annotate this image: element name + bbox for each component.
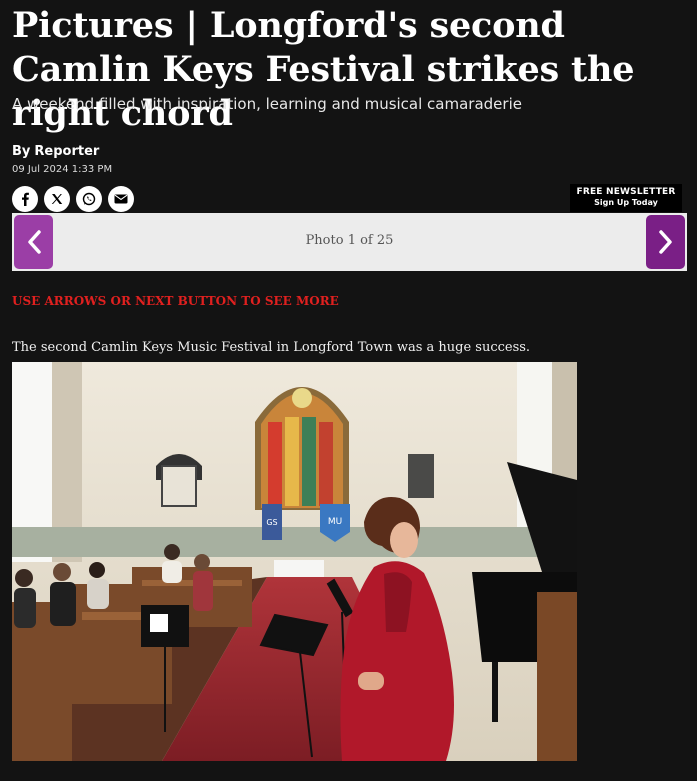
newsletter-title: FREE NEWSLETTER (576, 187, 676, 197)
article-subhead: A weekend filled with inspiration, learn… (12, 95, 522, 113)
byline: By Reporter (12, 144, 99, 159)
x-share-button[interactable] (44, 186, 70, 212)
newsletter-signup-button[interactable]: FREE NEWSLETTER Sign Up Today (570, 184, 682, 212)
publish-date: 09 Jul 2024 1:33 PM (12, 164, 113, 175)
newsletter-subtitle: Sign Up Today (594, 198, 658, 207)
banner-right-label: MU (328, 517, 342, 527)
email-share-button[interactable] (108, 186, 134, 212)
facebook-icon (22, 192, 29, 206)
banner-left-label: GS (266, 518, 277, 527)
chevron-right-icon (658, 230, 672, 254)
whatsapp-icon (82, 192, 96, 206)
byline-prefix: By (12, 144, 31, 159)
article-headline: Pictures | Longford's second Camlin Keys… (12, 5, 635, 134)
photo-counter: Photo 1 of 25 (305, 233, 394, 248)
share-bar (12, 186, 134, 212)
next-photo-button[interactable] (646, 215, 685, 269)
whatsapp-share-button[interactable] (76, 186, 102, 212)
gallery-photo[interactable]: GS MU (12, 362, 577, 761)
gallery-instruction: USE ARROWS OR NEXT BUTTON TO SEE MORE (12, 294, 339, 308)
church-concert-photo: GS MU (12, 362, 577, 761)
facebook-share-button[interactable] (12, 186, 38, 212)
x-icon (51, 194, 63, 204)
gallery-navigation: Photo 1 of 25 (12, 213, 687, 271)
photo-caption: The second Camlin Keys Music Festival in… (12, 340, 531, 355)
author-link[interactable]: Reporter (34, 144, 99, 159)
email-icon (114, 194, 128, 204)
